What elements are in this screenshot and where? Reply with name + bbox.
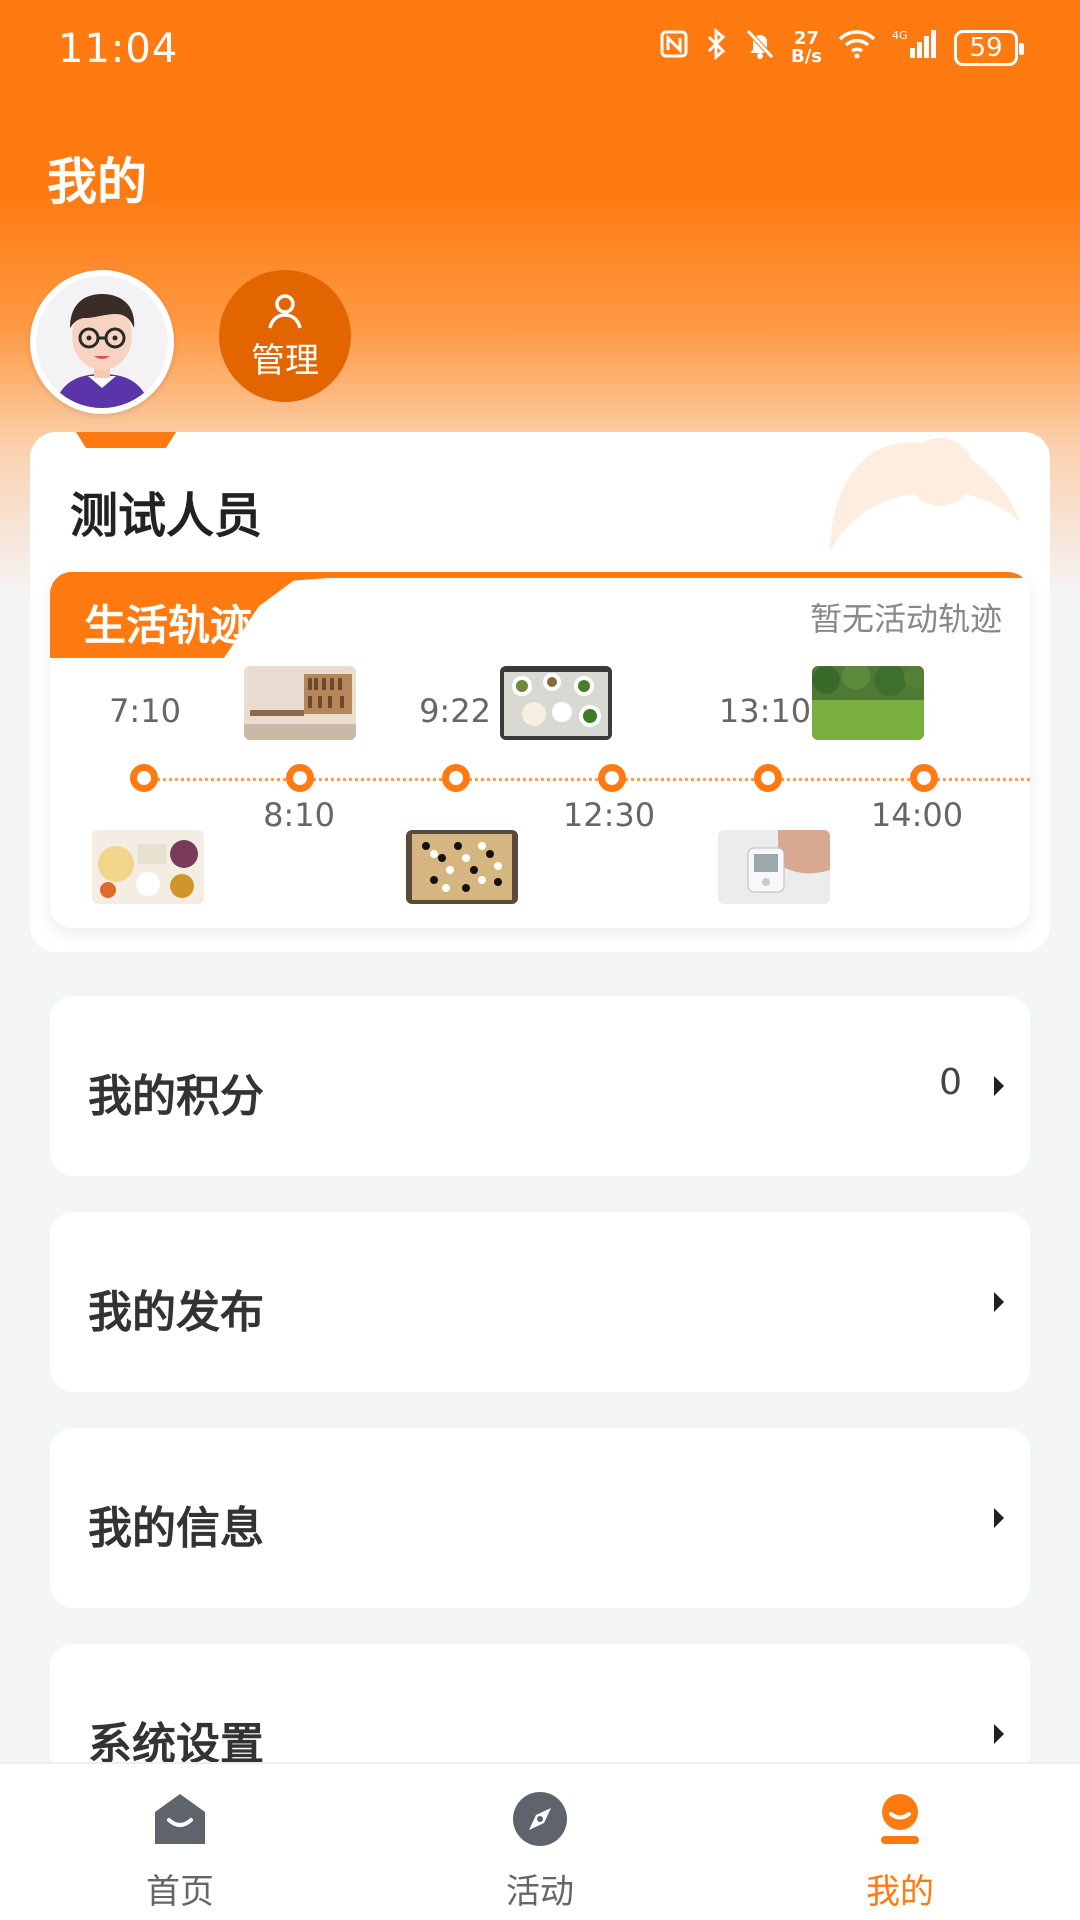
user-name: 测试人员 — [70, 488, 263, 544]
profile-card: 测试人员 生活轨迹 暂无活动轨迹 7:10 9:22 13:10 8:10 12… — [30, 432, 1050, 952]
menu-item-publish[interactable]: 我的发布 — [50, 1212, 1030, 1392]
chevron-right-icon — [994, 1724, 1004, 1744]
timeline-time: 14:00 — [870, 796, 964, 834]
go-board-photo[interactable] — [406, 830, 518, 904]
nav-activity[interactable]: 活动 — [360, 1764, 720, 1920]
timeline-time: 7:10 — [109, 692, 181, 730]
avatar[interactable] — [30, 270, 174, 414]
status-time: 11:04 — [58, 26, 179, 72]
timeline-dot — [910, 764, 938, 792]
chevron-right-icon — [994, 1508, 1004, 1528]
meal-photo[interactable] — [500, 666, 612, 740]
timeline-dot — [754, 764, 782, 792]
chevron-right-icon — [994, 1076, 1004, 1096]
library-photo[interactable] — [244, 666, 356, 740]
silent-bell-icon — [745, 28, 775, 68]
timeline-time: 12:30 — [562, 796, 656, 834]
life-trail-card[interactable]: 生活轨迹 暂无活动轨迹 7:10 9:22 13:10 8:10 12:30 1… — [50, 572, 1030, 928]
status-icons: 27 B/s 4G 59 — [659, 27, 1024, 68]
menu-label: 我的积分 — [88, 1071, 264, 1122]
page-title: 我的 — [47, 153, 147, 211]
nfc-icon — [659, 29, 689, 67]
profile-icon — [881, 1794, 919, 1844]
park-photo[interactable] — [812, 666, 924, 740]
battery-icon: 59 — [954, 30, 1024, 66]
timeline-time: 13:10 — [718, 692, 812, 730]
menu-item-points[interactable]: 我的积分 0 — [50, 996, 1030, 1176]
timeline-line — [146, 778, 1030, 781]
person-icon — [268, 293, 302, 328]
nav-home[interactable]: 首页 — [0, 1764, 360, 1920]
svg-text:4G: 4G — [892, 29, 908, 42]
menu-item-info[interactable]: 我的信息 — [50, 1428, 1030, 1608]
home-icon — [155, 1794, 205, 1844]
chevron-right-icon — [994, 1292, 1004, 1312]
signal-icon: 4G — [892, 28, 938, 68]
timeline-dot — [598, 764, 626, 792]
timeline-dot — [286, 764, 314, 792]
timeline-dot — [442, 764, 470, 792]
menu-label: 我的发布 — [88, 1287, 264, 1338]
manage-button[interactable]: 管理 — [219, 270, 351, 402]
nav-mine[interactable]: 我的 — [720, 1764, 1080, 1920]
manage-label: 管理 — [251, 340, 319, 381]
timeline-time: 8:10 — [263, 796, 335, 834]
trail-tag: 生活轨迹 — [50, 572, 340, 658]
status-bar: 11:04 27 B/s 4G 59 — [0, 0, 1080, 100]
nav-label: 我的 — [866, 1872, 934, 1912]
timeline-dot — [130, 764, 158, 792]
decorative-hands-icon — [830, 438, 1020, 552]
breakfast-photo[interactable] — [92, 830, 204, 904]
card-tab-notch — [76, 432, 176, 448]
menu-label: 我的信息 — [88, 1503, 264, 1554]
net-speed: 27 B/s — [790, 28, 822, 67]
wifi-icon — [838, 29, 876, 67]
avatar-illustration — [36, 276, 168, 408]
blood-pressure-photo[interactable] — [718, 830, 830, 904]
nav-label: 活动 — [506, 1872, 574, 1912]
compass-icon — [513, 1792, 567, 1846]
bluetooth-icon — [705, 27, 729, 68]
points-value: 0 — [939, 1062, 962, 1103]
bottom-nav: 首页 活动 我的 — [0, 1762, 1080, 1920]
trail-empty-text: 暂无活动轨迹 — [809, 600, 1002, 638]
nav-label: 首页 — [146, 1872, 214, 1912]
